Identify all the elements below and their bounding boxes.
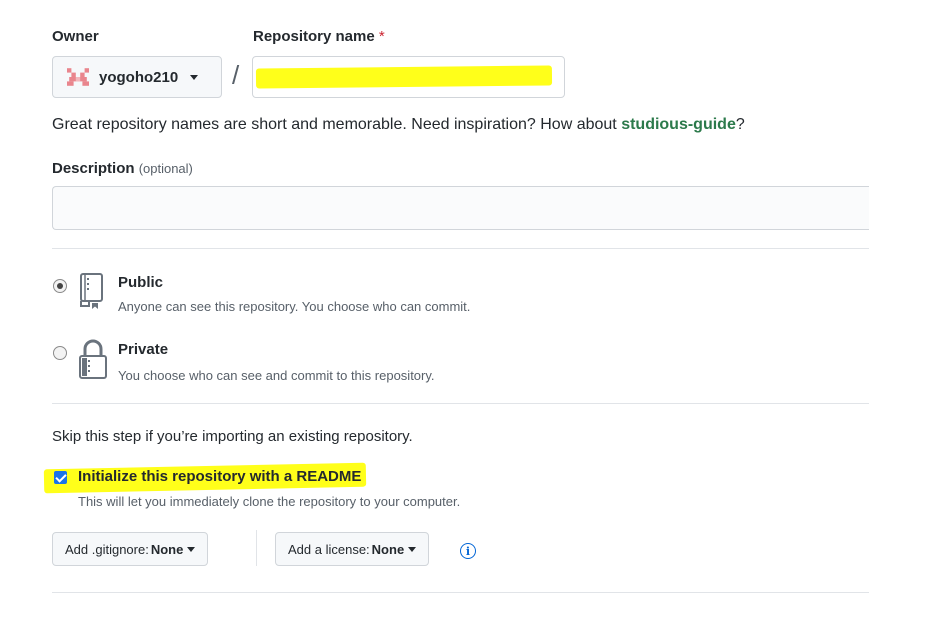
info-icon[interactable]: i [460,543,476,559]
repository-name-label: Repository name * [253,28,385,45]
name-suggestion-link[interactable]: studious-guide [621,116,736,133]
chevron-down-icon [408,546,417,552]
hint-suffix: ? [735,116,745,133]
owner-label: Owner [52,28,99,45]
public-radio[interactable] [53,279,67,293]
owner-repo-separator: / [232,60,240,90]
owner-avatar-icon [67,66,89,88]
dropdown-separator [256,530,257,566]
chevron-down-icon [190,74,199,80]
chevron-down-icon [187,546,196,552]
highlighter-mark [255,65,553,89]
readme-checkbox-label[interactable]: Initialize this repository with a README [78,468,361,485]
description-label-text: Description [52,160,135,177]
gitignore-value: None [150,541,184,557]
private-option-title[interactable]: Private [118,341,168,358]
license-value: None [371,541,405,557]
repository-name-label-text: Repository name [253,28,375,45]
readme-description: This will let you immediately clone the … [78,494,461,509]
license-dropdown-button[interactable]: Add a license: None [275,532,430,566]
description-input[interactable] [52,186,869,230]
repo-book-icon [78,272,106,315]
description-optional-text: (optional) [138,161,193,176]
gitignore-prefix: Add .gitignore: [65,541,149,557]
section-divider [52,403,869,404]
description-label: Description (optional) [52,160,193,177]
private-option-description: You choose who can see and commit to thi… [118,368,435,383]
readme-checkbox[interactable] [54,471,67,484]
owner-dropdown-button[interactable]: yogoho210 [52,56,222,98]
gitignore-dropdown-button[interactable]: Add .gitignore: None [52,532,209,566]
lock-icon [78,338,108,385]
skip-step-text: Skip this step if you’re importing an ex… [52,428,413,445]
owner-username: yogoho210 [99,68,179,86]
section-divider [52,248,869,249]
public-option-description: Anyone can see this repository. You choo… [118,299,471,314]
public-option-title[interactable]: Public [118,274,163,291]
hint-text: Great repository names are short and mem… [52,116,622,133]
private-radio[interactable] [53,346,67,360]
section-divider [52,592,869,593]
license-prefix: Add a license: [288,541,370,557]
repository-name-hint: Great repository names are short and mem… [52,116,745,134]
required-asterisk: * [378,28,385,45]
